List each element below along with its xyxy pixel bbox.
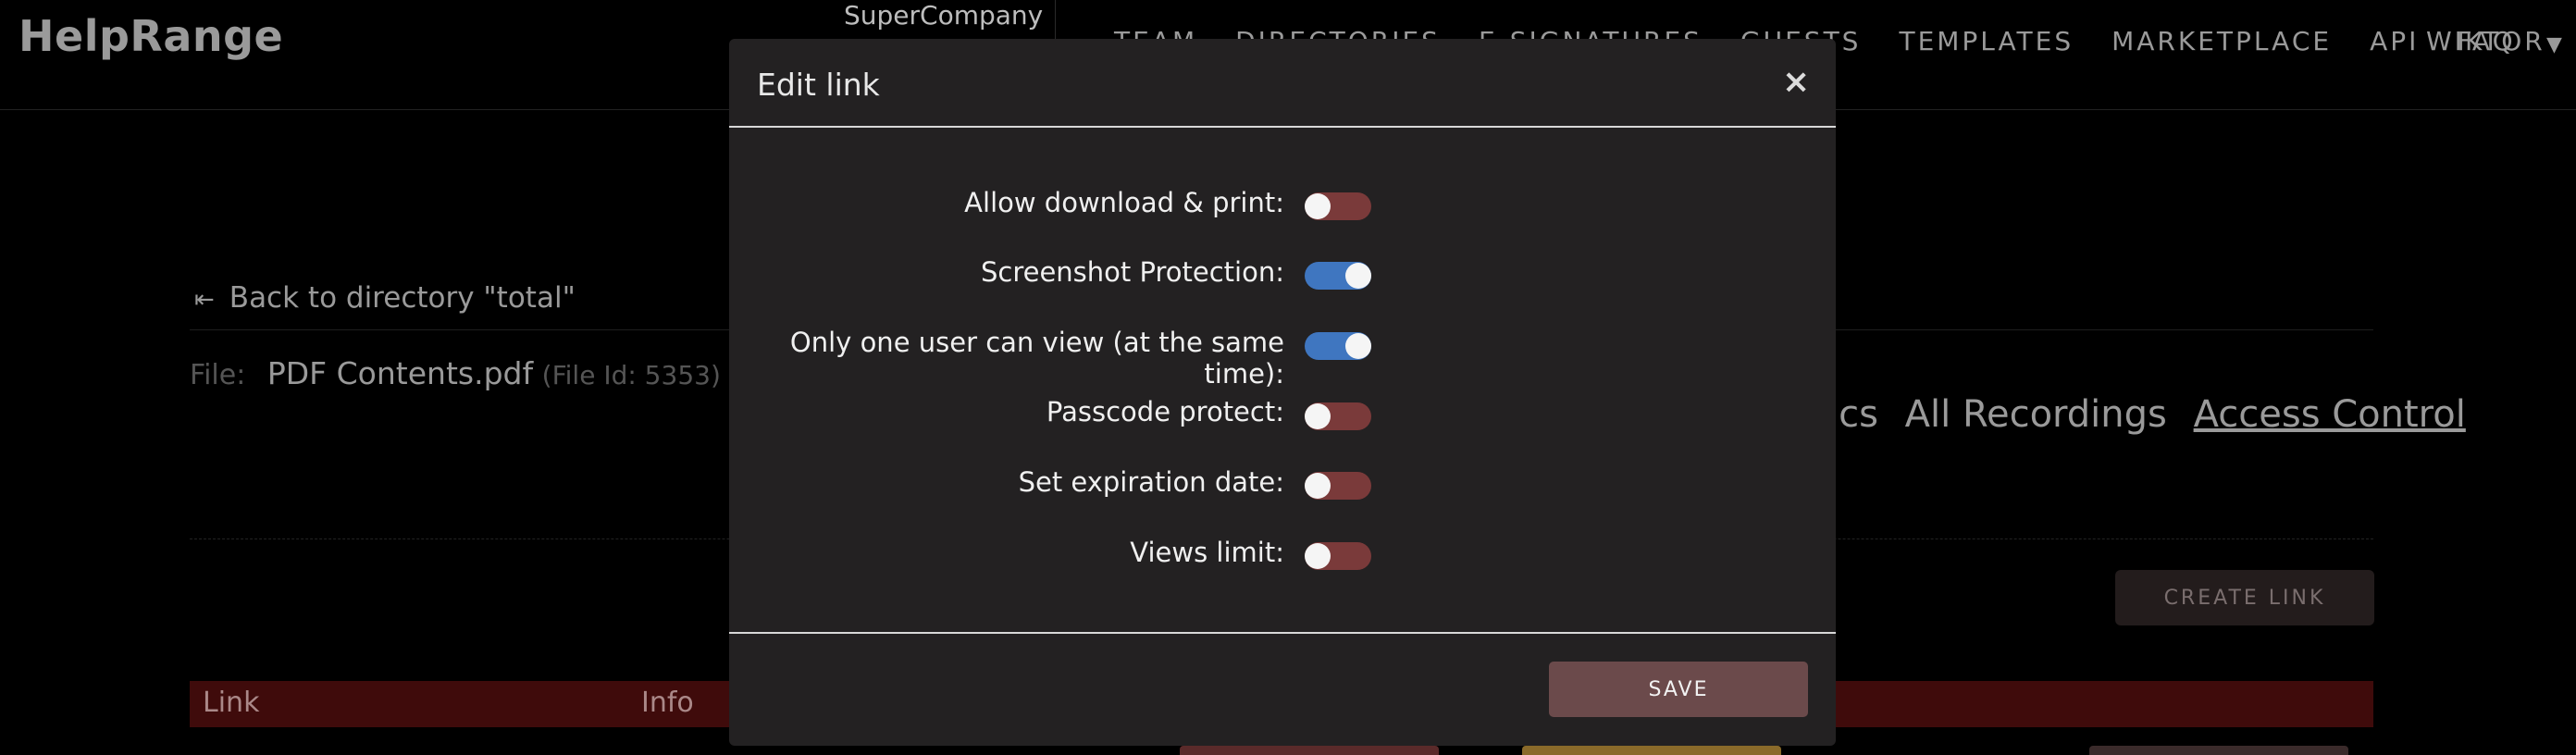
- option-label-download-print: Allow download & print:: [964, 187, 1284, 218]
- toggle-knob: [1345, 263, 1371, 289]
- option-label-passcode: Passcode protect:: [1046, 396, 1284, 427]
- toggle-knob: [1305, 193, 1331, 219]
- toggle-knob: [1305, 473, 1331, 499]
- modal-footer-divider: [729, 632, 1836, 634]
- toggle-views-limit[interactable]: [1305, 542, 1371, 570]
- modal-header-divider: [729, 126, 1836, 128]
- option-label-single-viewer: Only one user can view (at the same time…: [789, 327, 1284, 390]
- edit-link-modal: Edit link × Allow download & print: Scre…: [729, 39, 1836, 746]
- option-label-views-limit: Views limit:: [1130, 537, 1284, 568]
- toggle-expiration[interactable]: [1305, 472, 1371, 500]
- close-icon[interactable]: ×: [1782, 63, 1810, 101]
- option-label-expiration: Set expiration date:: [1018, 466, 1284, 498]
- toggle-passcode[interactable]: [1305, 402, 1371, 430]
- toggle-knob: [1345, 333, 1371, 359]
- modal-title: Edit link: [757, 67, 880, 103]
- option-label-screenshot-protection: Screenshot Protection:: [980, 256, 1284, 288]
- toggle-single-viewer[interactable]: [1305, 332, 1371, 360]
- save-button[interactable]: SAVE: [1549, 662, 1808, 717]
- toggle-download-print[interactable]: [1305, 192, 1371, 220]
- toggle-screenshot-protection[interactable]: [1305, 262, 1371, 290]
- toggle-knob: [1305, 403, 1331, 429]
- toggle-knob: [1305, 543, 1331, 569]
